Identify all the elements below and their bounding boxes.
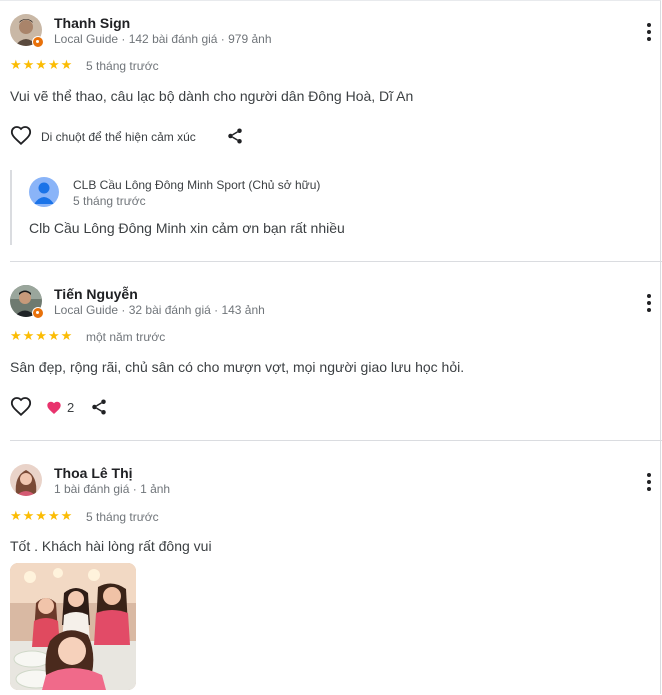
avatar[interactable]	[10, 464, 42, 496]
more-vert-icon[interactable]	[646, 23, 652, 44]
share-icon[interactable]	[90, 398, 108, 416]
reviewer-name[interactable]: Thanh Sign	[54, 15, 130, 31]
review-text: Tốt . Khách hài lòng rất đông vui	[10, 538, 212, 554]
review-actions: Di chuột để thể hiện cảm xúc	[10, 125, 270, 149]
star-rating: ★★★★★	[10, 57, 74, 72]
local-guide-badge-icon	[32, 36, 44, 48]
review-date: một năm trước	[86, 330, 166, 344]
owner-response-text: Clb Cầu Lông Đông Minh xin cảm ơn bạn rấ…	[29, 220, 345, 236]
owner-response: CLB Cầu Lông Đông Minh Sport (Chủ sở hữu…	[10, 170, 652, 245]
review-divider	[10, 261, 662, 262]
review-divider	[10, 440, 662, 441]
more-vert-icon[interactable]	[646, 473, 652, 494]
review-card: Thanh Sign Local Guide · 142 bài đánh gi…	[10, 14, 662, 259]
review-date: 5 tháng trước	[86, 59, 159, 73]
like-count: 2	[67, 400, 75, 415]
review-text: Sân đẹp, rộng rãi, chủ sân có cho mượn v…	[10, 359, 465, 375]
review-text: Vui vẽ thể thao, câu lạc bộ dành cho ngư…	[10, 88, 414, 104]
owner-name: CLB Cầu Lông Đông Minh Sport (Chủ sở hữu…	[73, 178, 321, 192]
review-actions: 2	[10, 396, 130, 420]
more-vert-icon[interactable]	[646, 294, 652, 315]
reviewer-meta[interactable]: Local Guide · 32 bài đánh giá · 143 ảnh	[54, 303, 265, 317]
person-icon	[34, 182, 54, 204]
owner-avatar[interactable]	[29, 177, 59, 207]
review-card: Thoa Lê Thị 1 bài đánh giá · 1 ảnh ★★★★★…	[10, 464, 662, 692]
reviewer-name[interactable]: Thoa Lê Thị	[54, 465, 133, 481]
reviewer-name[interactable]: Tiến Nguyễn	[54, 286, 138, 302]
star-rating: ★★★★★	[10, 508, 74, 523]
reviewer-meta[interactable]: Local Guide · 142 bài đánh giá · 979 ảnh	[54, 32, 272, 46]
react-hint: Di chuột để thể hiện cảm xúc	[41, 130, 196, 144]
heart-filled-icon[interactable]	[46, 400, 62, 416]
local-guide-badge-icon	[32, 307, 44, 319]
review-date: 5 tháng trước	[86, 510, 159, 524]
share-icon[interactable]	[226, 127, 244, 145]
review-photo[interactable]	[10, 563, 136, 690]
reviewer-meta[interactable]: 1 bài đánh giá · 1 ảnh	[54, 482, 170, 496]
review-card: Tiến Nguyễn Local Guide · 32 bài đánh gi…	[10, 285, 662, 430]
heart-outline-icon[interactable]	[10, 396, 32, 418]
star-rating: ★★★★★	[10, 328, 74, 343]
owner-response-date: 5 tháng trước	[73, 194, 146, 208]
heart-outline-icon[interactable]	[10, 125, 32, 147]
